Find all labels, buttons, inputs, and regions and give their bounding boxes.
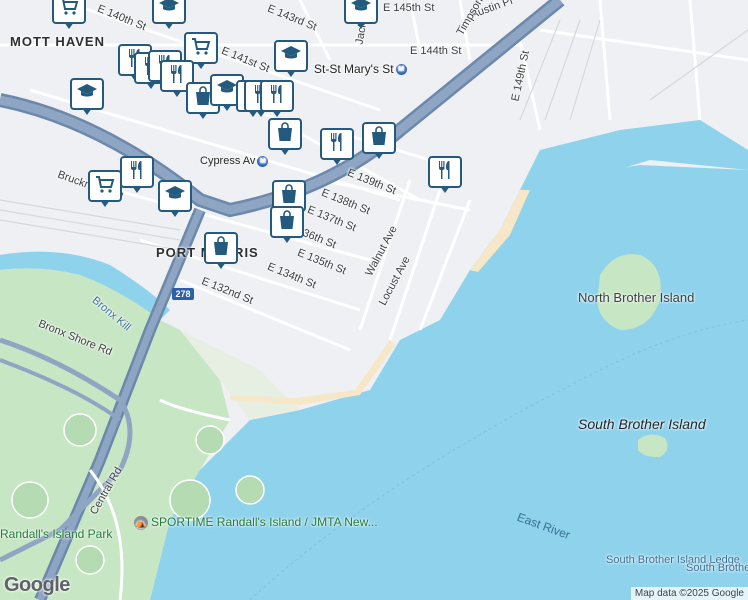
poi-pin[interactable] [120, 156, 154, 194]
poi-pin[interactable] [152, 0, 186, 30]
grocery-icon [57, 0, 81, 23]
island-label: South Brother Island Cha [686, 562, 748, 574]
poi-pin[interactable] [320, 128, 354, 166]
school-icon [75, 80, 99, 109]
shopping-icon [275, 208, 299, 237]
map-attribution[interactable]: Map data ©2025 Google [630, 587, 748, 600]
restaurant-icon [265, 82, 289, 111]
subway-icon: M [257, 155, 269, 167]
restaurant-icon [125, 158, 149, 187]
google-logo: Google [4, 574, 70, 596]
grocery-icon [93, 172, 117, 201]
map-view[interactable]: MOTT HAVEN PORT MORRIS E 140th St E 145t… [0, 0, 748, 600]
neighborhood-label: MOTT HAVEN [10, 34, 105, 49]
school-icon [163, 182, 187, 211]
highway-shield: 278 [172, 288, 194, 300]
shopping-icon [209, 234, 233, 263]
restaurant-icon [433, 158, 457, 187]
poi-pin[interactable] [268, 118, 302, 156]
poi-pin[interactable] [52, 0, 86, 30]
station-label: St-St Mary's St M [314, 63, 407, 76]
park-label: ⛺ SPORTIME Randall's Island / JMTA New... [134, 515, 378, 530]
grocery-icon [189, 34, 213, 63]
island-label: South Brother Island [578, 416, 706, 432]
park-label: Randall's Island Park [0, 527, 113, 541]
shopping-icon [367, 124, 391, 153]
school-icon [279, 42, 303, 71]
poi-pin[interactable] [70, 78, 104, 116]
restaurant-icon [325, 130, 349, 159]
street-label: E 145th St [383, 2, 435, 14]
poi-pin[interactable] [362, 122, 396, 160]
station-label: Cypress Av M [200, 155, 269, 167]
street-label: E 144th St [410, 45, 462, 57]
park-icon: ⛺ [134, 516, 148, 530]
island-label: South Brother Island Ledge [606, 554, 740, 566]
poi-pin[interactable] [428, 156, 462, 194]
poi-pin[interactable] [260, 80, 294, 118]
poi-pin[interactable] [344, 0, 378, 30]
shopping-icon [273, 120, 297, 149]
poi-pin[interactable] [88, 170, 122, 208]
island-label: North Brother Island [578, 290, 695, 305]
subway-icon: M [395, 64, 407, 76]
poi-pin[interactable] [270, 206, 304, 244]
school-icon [157, 0, 181, 23]
school-icon [349, 0, 373, 23]
poi-pin[interactable] [274, 40, 308, 78]
poi-pin[interactable] [158, 180, 192, 218]
poi-pin[interactable] [204, 232, 238, 270]
